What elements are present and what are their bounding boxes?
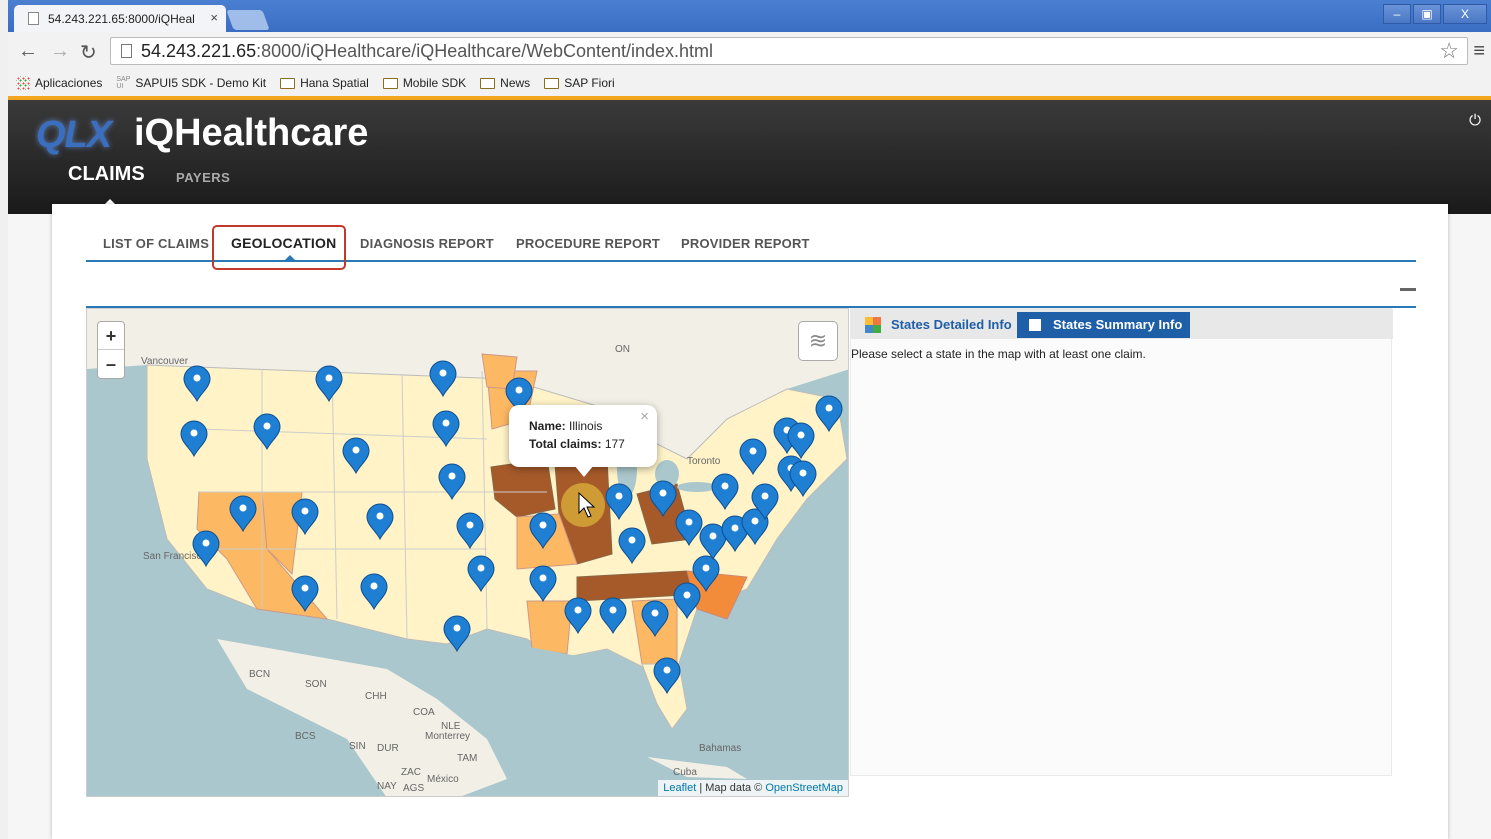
- close-window-button[interactable]: X: [1443, 4, 1487, 24]
- claims-map[interactable]: ON Vancouver Toronto San Francisco BCN S…: [86, 308, 849, 797]
- map-canvas[interactable]: ON Vancouver Toronto San Francisco BCN S…: [87, 309, 849, 797]
- bookmark-aplicaciones[interactable]: Aplicaciones: [16, 76, 102, 90]
- tab-label: States Summary Info: [1053, 317, 1183, 332]
- info-tab-bar: States Detailed Info States Summary Info: [851, 309, 1393, 339]
- bookmark-label: Aplicaciones: [35, 76, 103, 90]
- forward-arrow-icon[interactable]: →: [50, 40, 70, 63]
- map-label: Vancouver: [141, 356, 189, 367]
- map-label: SIN: [349, 741, 366, 752]
- folder-icon: [544, 77, 560, 89]
- app-title: iQHealthcare: [134, 112, 369, 154]
- map-label: ON: [615, 344, 630, 355]
- map-label: ZAC: [401, 767, 421, 778]
- lake-erie: [677, 482, 717, 492]
- leaflet-link[interactable]: Leaflet: [663, 782, 696, 794]
- popup-name-value: Illinois: [569, 419, 603, 433]
- page-icon: [121, 44, 132, 58]
- qlx-logo: QLX: [36, 114, 112, 156]
- url-host: 54.243.221.65: [141, 41, 257, 61]
- map-label: Bahamas: [699, 743, 741, 754]
- hamburger-menu-icon[interactable]: ≡: [1473, 40, 1485, 63]
- nav-payers[interactable]: PAYERS: [176, 170, 230, 185]
- tab-states-summary-info[interactable]: States Summary Info: [1017, 312, 1191, 338]
- minimize-button[interactable]: –: [1383, 4, 1411, 24]
- map-label: Toronto: [687, 456, 721, 467]
- power-icon[interactable]: ⏻: [1469, 112, 1481, 129]
- tab-provider-report[interactable]: PROVIDER REPORT: [681, 236, 810, 251]
- popup-tip: [574, 465, 594, 477]
- map-label: SON: [305, 679, 327, 690]
- tab-close-icon[interactable]: ×: [210, 10, 218, 25]
- reload-icon[interactable]: ↻: [80, 40, 97, 65]
- sap-icon: SAP UI: [116, 76, 131, 90]
- bookmark-hana-spatial[interactable]: Hana Spatial: [280, 76, 369, 90]
- map-label: Monterrey: [425, 731, 470, 742]
- bookmark-mobile-sdk[interactable]: Mobile SDK: [382, 76, 467, 90]
- folder-icon: [280, 77, 296, 89]
- url-path: :8000/iQHealthcare/iQHealthcare/WebConte…: [256, 41, 714, 61]
- folder-icon: [382, 77, 398, 89]
- popup-claims-label: Total claims:: [529, 437, 602, 451]
- map-label: AGS: [403, 783, 424, 794]
- tab-states-detailed-info[interactable]: States Detailed Info: [855, 312, 1020, 338]
- content-panel: LIST OF CLAIMS GEOLOCATION DIAGNOSIS REP…: [52, 204, 1448, 839]
- map-label: BCN: [249, 669, 270, 680]
- zoom-control: + –: [97, 321, 125, 379]
- title-bar: 54.243.221.65:8000/iQHeal × – ▣ X: [8, 0, 1491, 32]
- bookmark-sap-fiori[interactable]: SAP Fiori: [544, 76, 615, 90]
- info-panel: States Detailed Info States Summary Info…: [850, 308, 1393, 776]
- annotation-highlight-box: [212, 225, 346, 270]
- window-controls: – ▣ X: [1383, 4, 1487, 24]
- map-label: BCS: [295, 731, 316, 742]
- bookmark-sapui5[interactable]: SAP UI SAPUI5 SDK - Demo Kit: [116, 76, 266, 90]
- bookmark-label: SAP Fiori: [564, 76, 615, 90]
- bookmark-label: News: [500, 76, 531, 90]
- tab-title: 54.243.221.65:8000/iQHeal: [48, 12, 195, 26]
- tab-diagnosis-report[interactable]: DIAGNOSIS REPORT: [360, 236, 494, 251]
- folder-icon: [480, 77, 496, 89]
- map-label: México: [427, 774, 459, 785]
- app-header: QLX iQHealthcare CLAIMS PAYERS ⏻: [8, 96, 1491, 214]
- popup-claims-value: 177: [604, 437, 625, 451]
- nav-claims[interactable]: CLAIMS: [68, 163, 145, 186]
- popup-name-label: Name:: [529, 419, 566, 433]
- zoom-in-button[interactable]: +: [98, 322, 124, 350]
- map-attribution: Leaflet | Map data © OpenStreetMap: [658, 780, 848, 796]
- back-arrow-icon[interactable]: ←: [18, 40, 38, 63]
- map-label: NAY: [377, 781, 397, 792]
- summary-chart-icon: [1027, 317, 1043, 333]
- osm-link[interactable]: OpenStreetMap: [765, 782, 843, 794]
- apps-grid-icon: [16, 76, 30, 90]
- bookmark-star-icon[interactable]: ☆: [1439, 38, 1459, 64]
- map-label: Cuba: [673, 767, 697, 778]
- attribution-text: | Map data ©: [696, 782, 766, 794]
- bookmark-label: Mobile SDK: [402, 76, 467, 90]
- tab-label: States Detailed Info: [891, 317, 1012, 332]
- grid-chart-icon: [865, 317, 881, 333]
- address-bar[interactable]: 54.243.221.65:8000/iQHealthcare/iQHealth…: [110, 37, 1468, 65]
- tab-list-of-claims[interactable]: LIST OF CLAIMS: [103, 236, 209, 251]
- info-message: Please select a state in the map with at…: [851, 347, 1146, 361]
- map-label: CHH: [365, 691, 387, 702]
- bookmark-news[interactable]: News: [480, 76, 530, 90]
- layers-icon[interactable]: ≋: [798, 321, 838, 361]
- restore-button[interactable]: ▣: [1413, 4, 1441, 24]
- map-label: COA: [413, 707, 435, 718]
- collapse-icon[interactable]: [1400, 288, 1416, 291]
- browser-toolbar: ← → ↻ 54.243.221.65:8000/iQHealthcare/iQ…: [8, 32, 1491, 70]
- new-tab-button[interactable]: [226, 10, 270, 30]
- map-label: DUR: [377, 743, 399, 754]
- browser-tab[interactable]: 54.243.221.65:8000/iQHeal ×: [14, 5, 226, 32]
- browser-window: 54.243.221.65:8000/iQHeal × – ▣ X ← → ↻ …: [8, 0, 1491, 839]
- bookmark-label: Hana Spatial: [300, 76, 369, 90]
- tab-procedure-report[interactable]: PROCEDURE REPORT: [516, 236, 660, 251]
- zoom-out-button[interactable]: –: [98, 350, 124, 378]
- bookmark-label: SAPUI5 SDK - Demo Kit: [135, 76, 267, 90]
- bookmarks-bar: Aplicaciones SAP UI SAPUI5 SDK - Demo Kit …: [8, 70, 1491, 96]
- map-label: TAM: [457, 753, 477, 764]
- page-icon: [28, 12, 39, 25]
- state-popup: × Name: Illinois Total claims: 177: [509, 405, 657, 467]
- popup-close-icon[interactable]: ×: [640, 408, 649, 426]
